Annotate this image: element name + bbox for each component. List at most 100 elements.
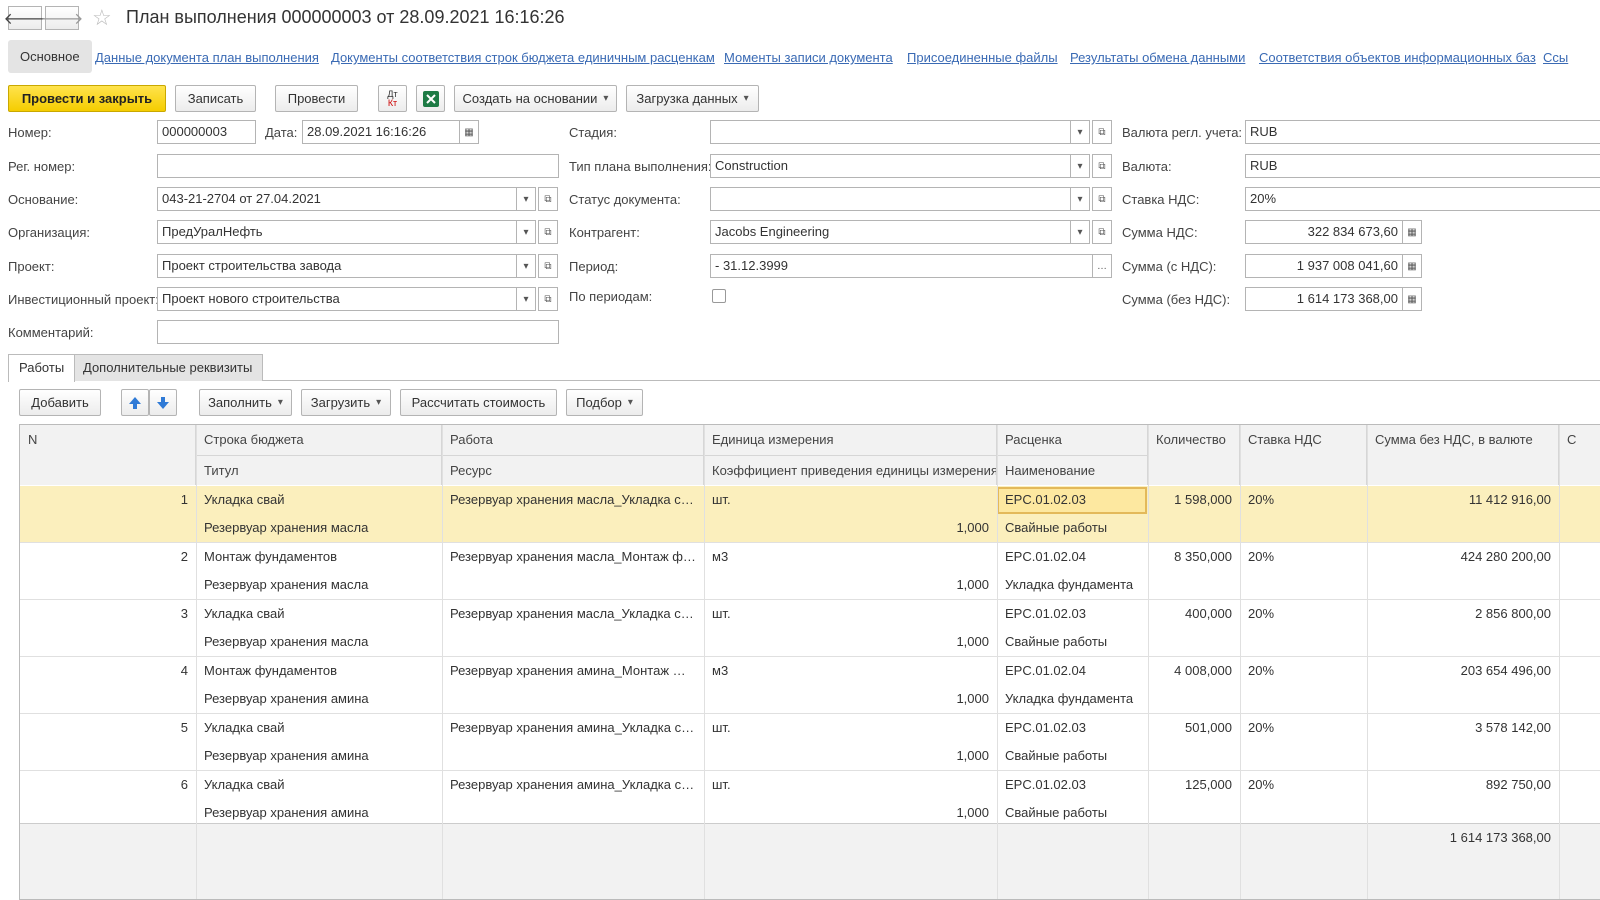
- cell-qty[interactable]: 8 350,000: [1148, 543, 1240, 571]
- cell-rate[interactable]: EPC.01.02.04: [997, 657, 1148, 685]
- header-name[interactable]: Наименование: [997, 455, 1148, 485]
- post-button[interactable]: Провести: [275, 85, 358, 112]
- cell-unit[interactable]: шт.: [704, 486, 997, 514]
- cell-qty[interactable]: 1 598,000: [1148, 486, 1240, 514]
- section-main[interactable]: Основное: [8, 40, 92, 73]
- inv-project-open-icon[interactable]: ⧉: [538, 287, 558, 311]
- cell-budget-line[interactable]: Укладка свай: [196, 486, 442, 514]
- header-unit[interactable]: Единица измерения: [704, 425, 997, 455]
- cell-budget-line[interactable]: Укладка свай: [196, 714, 442, 742]
- cell-sum[interactable]: 2 856 800,00: [1367, 600, 1559, 628]
- cell-work[interactable]: Резервуар хранения амина_Монтаж фу...: [442, 657, 704, 685]
- cell-vat[interactable]: 20%: [1240, 714, 1367, 742]
- contractor-open-icon[interactable]: ⧉: [1092, 220, 1112, 244]
- cell-unit[interactable]: шт.: [704, 600, 997, 628]
- header-quantity[interactable]: Количество: [1148, 425, 1240, 485]
- cell-n[interactable]: 2: [20, 543, 196, 571]
- cell-coef[interactable]: 1,000: [704, 742, 997, 770]
- table-row[interactable]: 5 Укладка свай Резервуар хранения амина Рез…: [20, 714, 1600, 771]
- tab-works[interactable]: Работы: [8, 354, 76, 382]
- header-resource[interactable]: Ресурс: [442, 455, 704, 485]
- cell-vat[interactable]: 20%: [1240, 543, 1367, 571]
- inv-project-dropdown-icon[interactable]: ▾: [516, 287, 536, 311]
- works-table[interactable]: N Строка бюджета Титул Работа Ресурс Еди…: [19, 424, 1600, 900]
- header-extra[interactable]: С: [1559, 425, 1600, 485]
- inv-project-field[interactable]: Проект нового строительства: [157, 287, 517, 311]
- cell-title-sub[interactable]: Резервуар хранения масла: [196, 571, 442, 599]
- section-link-attached-files[interactable]: Присоединенные файлы: [907, 50, 1058, 65]
- reg-number-field[interactable]: [157, 154, 559, 178]
- cell-vat[interactable]: 20%: [1240, 600, 1367, 628]
- table-row[interactable]: 6 Укладка свай Резервуар хранения амина Рез…: [20, 771, 1600, 828]
- currency-field[interactable]: RUB: [1245, 154, 1600, 178]
- section-link-object-mapping[interactable]: Соответствия объектов информационных баз: [1259, 50, 1536, 65]
- section-link-record-moments[interactable]: Моменты записи документа: [724, 50, 893, 65]
- cell-unit[interactable]: шт.: [704, 714, 997, 742]
- cell-qty[interactable]: 501,000: [1148, 714, 1240, 742]
- doc-status-field[interactable]: [710, 187, 1071, 211]
- table-row[interactable]: 2 Монтаж фундаментов Резервуар хранения ма…: [20, 543, 1600, 600]
- cell-n[interactable]: 4: [20, 657, 196, 685]
- cell-work[interactable]: Резервуар хранения масла_Укладка св...: [442, 600, 704, 628]
- project-field[interactable]: Проект строительства завода: [157, 254, 517, 278]
- doc-status-dropdown-icon[interactable]: ▾: [1070, 187, 1090, 211]
- create-based-on-button[interactable]: Создать на основании: [454, 85, 617, 112]
- plan-type-dropdown-icon[interactable]: ▾: [1070, 154, 1090, 178]
- cell-vat[interactable]: 20%: [1240, 486, 1367, 514]
- cell-work[interactable]: Резервуар хранения масла_Укладка св...: [442, 486, 704, 514]
- move-down-button[interactable]: [149, 389, 177, 416]
- load-button[interactable]: Загрузить: [301, 389, 391, 416]
- org-field[interactable]: ПредУралНефть: [157, 220, 517, 244]
- project-dropdown-icon[interactable]: ▾: [516, 254, 536, 278]
- calculator-icon[interactable]: ▦: [1402, 287, 1422, 311]
- project-open-icon[interactable]: ⧉: [538, 254, 558, 278]
- cell-work[interactable]: Резервуар хранения масла_Монтаж фу...: [442, 543, 704, 571]
- cell-coef[interactable]: 1,000: [704, 571, 997, 599]
- cell-coef[interactable]: 1,000: [704, 514, 997, 542]
- cell-work[interactable]: Резервуар хранения амина_Укладка св...: [442, 771, 704, 799]
- header-n[interactable]: N: [20, 425, 196, 485]
- cell-n[interactable]: 3: [20, 600, 196, 628]
- plan-type-field[interactable]: Construction: [710, 154, 1071, 178]
- stage-dropdown-icon[interactable]: ▾: [1070, 120, 1090, 144]
- save-button[interactable]: Записать: [175, 85, 256, 112]
- sum-with-vat-field[interactable]: 1 937 008 041,60: [1245, 254, 1403, 278]
- cell-qty[interactable]: 4 008,000: [1148, 657, 1240, 685]
- cell-coef[interactable]: 1,000: [704, 628, 997, 656]
- number-field[interactable]: 000000003: [157, 120, 256, 144]
- cell-qty[interactable]: 125,000: [1148, 771, 1240, 799]
- stage-field[interactable]: [710, 120, 1071, 144]
- calendar-icon[interactable]: ▦: [459, 120, 479, 144]
- org-dropdown-icon[interactable]: ▾: [516, 220, 536, 244]
- header-vat-rate[interactable]: Ставка НДС: [1240, 425, 1367, 485]
- favorite-star-icon[interactable]: ☆: [92, 5, 112, 31]
- header-budget-line[interactable]: Строка бюджета: [196, 425, 442, 455]
- comment-field[interactable]: [157, 320, 559, 344]
- cell-title-sub[interactable]: Резервуар хранения масла: [196, 514, 442, 542]
- header-title[interactable]: Титул: [196, 455, 442, 485]
- header-rate[interactable]: Расценка: [997, 425, 1148, 455]
- cell-name[interactable]: Свайные работы: [997, 628, 1148, 656]
- header-sum[interactable]: Сумма без НДС, в валюте: [1367, 425, 1559, 485]
- cell-rate[interactable]: EPC.01.02.04: [997, 543, 1148, 571]
- excel-button[interactable]: [416, 85, 445, 112]
- cell-sum[interactable]: 203 654 496,00: [1367, 657, 1559, 685]
- calculator-icon[interactable]: ▦: [1402, 220, 1422, 244]
- cell-vat[interactable]: 20%: [1240, 771, 1367, 799]
- fill-button[interactable]: Заполнить: [199, 389, 292, 416]
- period-select-icon[interactable]: …: [1092, 254, 1112, 278]
- vat-sum-field[interactable]: 322 834 673,60: [1245, 220, 1403, 244]
- basis-open-icon[interactable]: ⧉: [538, 187, 558, 211]
- cell-n[interactable]: 1: [20, 486, 196, 514]
- reg-currency-field[interactable]: RUB: [1245, 120, 1600, 144]
- cell-rate[interactable]: EPC.01.02.03: [997, 486, 1148, 514]
- load-data-button[interactable]: Загрузка данных: [626, 85, 759, 112]
- cell-unit[interactable]: м3: [704, 657, 997, 685]
- dt-kt-button[interactable]: Дт Кт: [378, 85, 407, 112]
- cell-vat[interactable]: 20%: [1240, 657, 1367, 685]
- post-and-close-button[interactable]: Провести и закрыть: [8, 85, 166, 112]
- stage-open-icon[interactable]: ⧉: [1092, 120, 1112, 144]
- header-work[interactable]: Работа: [442, 425, 704, 455]
- cell-unit[interactable]: шт.: [704, 771, 997, 799]
- move-up-button[interactable]: [121, 389, 149, 416]
